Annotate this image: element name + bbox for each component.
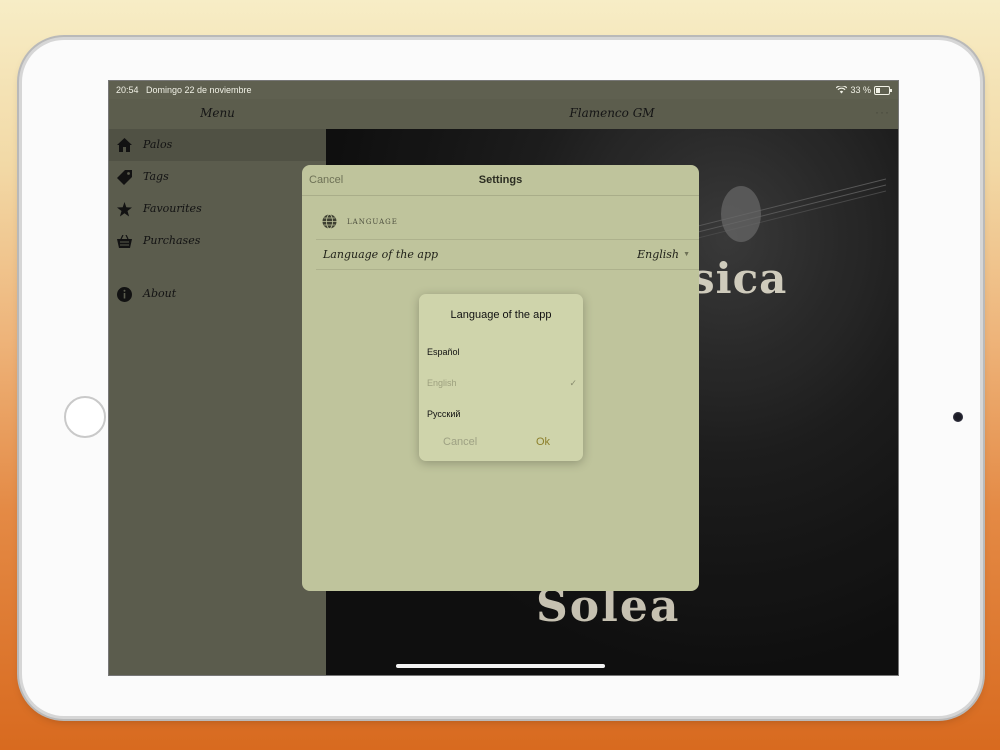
battery-percent: 33 % bbox=[850, 85, 871, 95]
picker-option-russian[interactable]: Русский bbox=[427, 403, 577, 425]
picker-ok-button[interactable]: Ok bbox=[536, 436, 550, 448]
option-label: Español bbox=[427, 347, 460, 357]
option-label: English bbox=[427, 378, 457, 388]
settings-title: Settings bbox=[478, 174, 523, 186]
picker-option-espanol[interactable]: Español bbox=[427, 341, 577, 363]
wifi-icon bbox=[836, 86, 848, 94]
chevron-down-icon: ▼ bbox=[683, 251, 690, 258]
picker-title: Language of the app bbox=[450, 309, 552, 321]
divider bbox=[316, 239, 699, 240]
checkmark-icon: ✓ bbox=[569, 378, 577, 388]
screen: 20:54 Domingo 22 de noviembre 33 % Menu … bbox=[108, 80, 899, 676]
language-row-value[interactable]: English bbox=[637, 248, 679, 261]
status-date: Domingo 22 de noviembre bbox=[146, 85, 252, 95]
picker-option-english[interactable]: English ✓ bbox=[427, 372, 577, 394]
picker-cancel-button[interactable]: Cancel bbox=[443, 436, 477, 448]
home-indicator[interactable] bbox=[396, 664, 605, 668]
language-row-label: Language of the app bbox=[323, 248, 439, 261]
section-label: LANGUAGE bbox=[347, 217, 398, 226]
globe-icon bbox=[322, 214, 337, 229]
option-label: Русский bbox=[427, 409, 461, 419]
battery-icon bbox=[874, 85, 892, 95]
divider bbox=[316, 269, 699, 270]
home-button[interactable] bbox=[64, 396, 106, 438]
front-camera bbox=[953, 412, 963, 422]
status-time: 20:54 bbox=[116, 85, 139, 95]
language-picker-dialog: Language of the app Español English ✓ Ру… bbox=[419, 294, 583, 461]
settings-header: Cancel Settings bbox=[302, 165, 699, 196]
status-bar: 20:54 Domingo 22 de noviembre 33 % bbox=[109, 81, 898, 99]
language-section-header: LANGUAGE bbox=[322, 214, 398, 229]
